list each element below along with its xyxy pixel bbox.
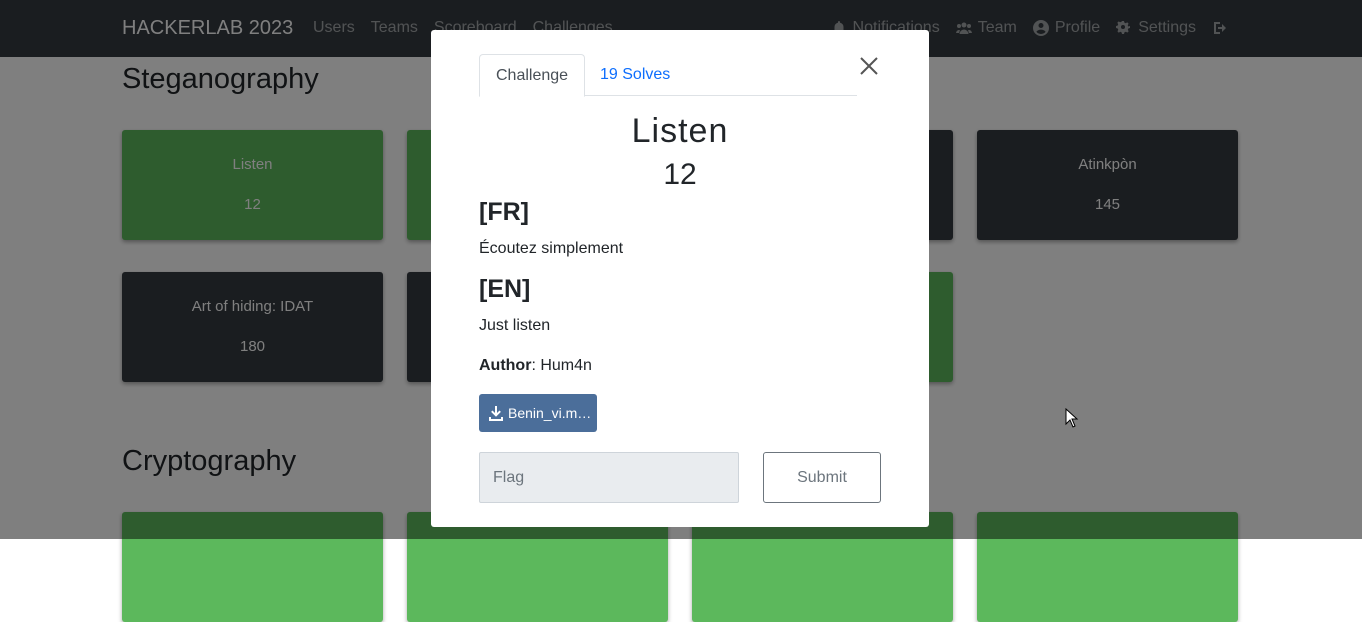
- description-heading-en: [EN]: [479, 275, 531, 303]
- tab-solves[interactable]: 19 Solves: [584, 54, 686, 95]
- modal-tabs: Challenge 19 Solves: [479, 54, 857, 97]
- download-file-button[interactable]: Benin_vi.m…: [479, 394, 597, 432]
- author-line: Author: Hum4n: [479, 357, 592, 375]
- description-text-en: Just listen: [479, 317, 551, 334]
- description-heading-fr: [FR]: [479, 198, 529, 226]
- author-value: : Hum4n: [531, 357, 592, 374]
- close-button[interactable]: [857, 54, 881, 78]
- mouse-cursor-icon: [1065, 408, 1079, 428]
- author-label: Author: [479, 357, 532, 374]
- challenge-points: 12: [663, 158, 697, 191]
- download-file-label: Benin_vi.m…: [508, 405, 592, 421]
- submit-button[interactable]: Submit: [763, 452, 881, 503]
- close-icon: [860, 57, 878, 75]
- description-text-fr: Écoutez simplement: [479, 240, 624, 257]
- flag-input[interactable]: [479, 452, 739, 503]
- challenge-modal: Challenge 19 Solves Listen 12 [FR] Écout…: [431, 30, 929, 527]
- tab-challenge[interactable]: Challenge: [479, 54, 586, 97]
- download-icon: [489, 406, 503, 421]
- challenge-title: Listen: [631, 112, 729, 150]
